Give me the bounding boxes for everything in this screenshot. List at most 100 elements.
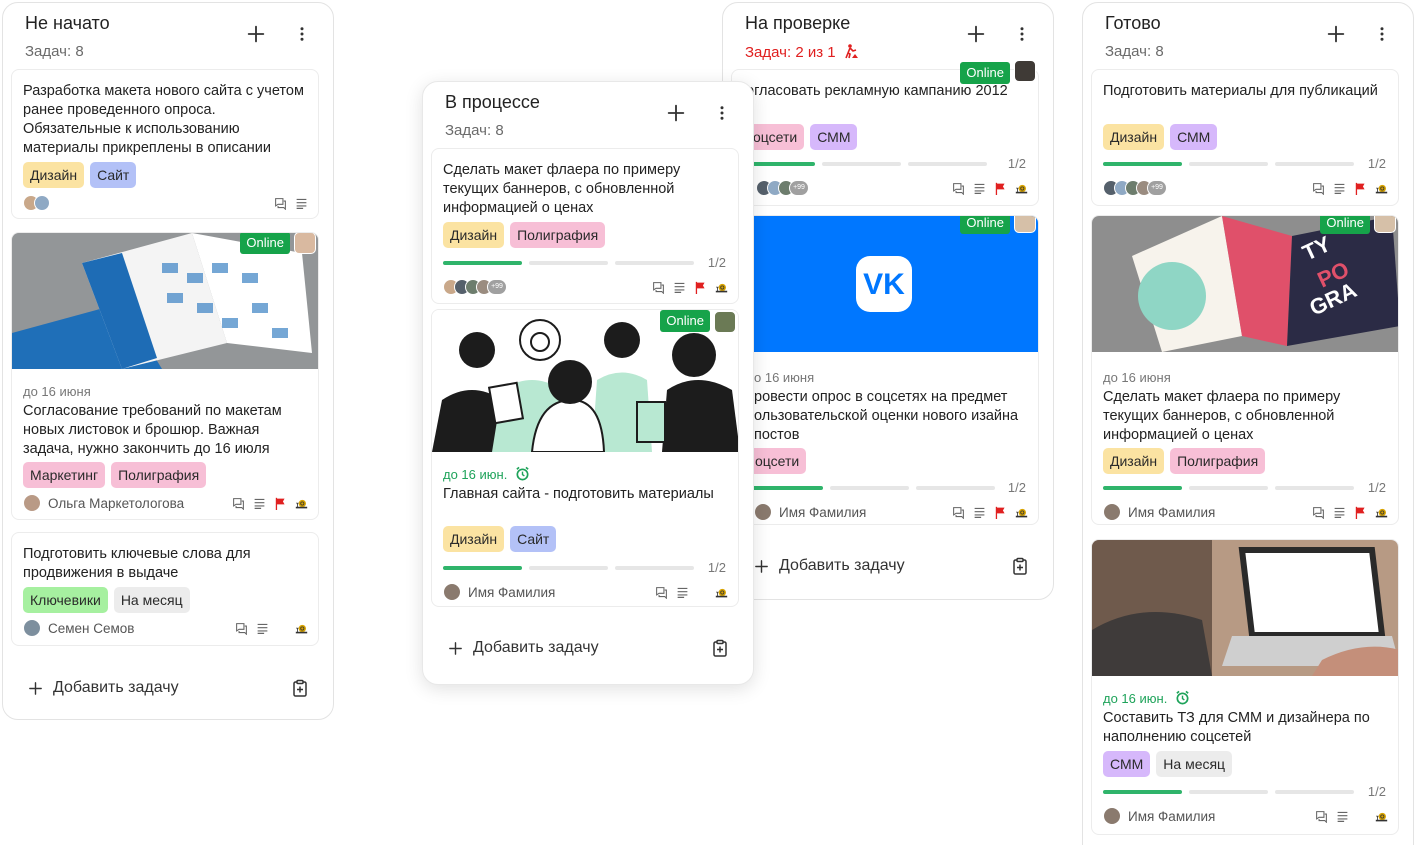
column-in-review: На проверке Задач: 2 из 1 огласовать рек…	[722, 2, 1054, 600]
alarm-icon	[1175, 690, 1190, 705]
online-badge: Online	[1320, 216, 1370, 234]
plus-icon[interactable]	[665, 102, 687, 124]
plus-icon[interactable]	[245, 23, 267, 45]
description-icon	[973, 506, 986, 519]
snail-icon	[1375, 810, 1388, 823]
avatar	[1014, 60, 1036, 82]
column-header: На проверке Задач: 2 из 1	[723, 3, 1053, 67]
hazard-icon	[844, 43, 860, 59]
more-vertical-icon[interactable]	[293, 25, 311, 43]
tag: Дизайн	[443, 526, 505, 552]
flag-icon	[994, 182, 1007, 195]
due-date: до 16 июн.	[443, 466, 530, 482]
plus-icon[interactable]	[1325, 23, 1347, 45]
column-in-progress[interactable]: В процессе Задач: 8 Сделать макет флаера…	[422, 81, 754, 685]
column-task-count: Задач: 8	[25, 43, 84, 60]
avatar	[23, 494, 41, 512]
avatar	[754, 503, 772, 521]
comment-icon	[652, 281, 665, 294]
add-task-label: Добавить задачу	[53, 679, 179, 696]
assignee-avatars: +99	[1103, 180, 1167, 196]
column-done: Готово Задач: 8 Подготовить материалы дл…	[1082, 2, 1414, 845]
flag-icon	[994, 506, 1007, 519]
avatar	[1374, 216, 1396, 233]
task-title: Сделать макет флаера по примеру текущих …	[1103, 389, 1341, 443]
task-card[interactable]: Сделать макет флаера по примеру текущих …	[431, 148, 739, 304]
plus-icon	[27, 680, 44, 697]
description-icon	[1333, 506, 1346, 519]
task-card[interactable]: TY PO GRA Online до 16 июня Сделать маке…	[1091, 215, 1399, 525]
description-icon	[1336, 810, 1349, 823]
progress-bar	[1103, 486, 1354, 490]
assignee: Имя Фамилия	[754, 503, 866, 521]
task-card[interactable]: огласовать рекламную кампанию 2012 оцсет…	[731, 60, 1039, 206]
more-vertical-icon[interactable]	[1373, 25, 1391, 43]
tag: СММ	[1170, 124, 1218, 150]
task-card[interactable]: VK Online о 16 июня ровести опрос в соцс…	[731, 215, 1039, 525]
snail-icon	[715, 281, 728, 294]
progress-label: 1/2	[1367, 480, 1386, 495]
avatar	[1014, 216, 1036, 233]
add-task-button[interactable]: Добавить задачу	[447, 636, 729, 660]
tag: оцсети	[746, 124, 805, 150]
comment-icon	[952, 506, 965, 519]
cover-image-vk: VK	[732, 216, 1038, 352]
task-title: ровести опрос в соцсетях на предмет ольз…	[754, 389, 1019, 443]
clipboard-icon[interactable]	[1011, 557, 1029, 575]
comment-icon	[1312, 506, 1325, 519]
tag: СММ	[810, 124, 858, 150]
add-task-label: Добавить задачу	[473, 639, 599, 656]
progress-label: 1/2	[707, 560, 726, 575]
task-card[interactable]: Подготовить ключевые слова для продвижен…	[11, 532, 319, 646]
plus-icon[interactable]	[965, 23, 987, 45]
snail-icon	[1375, 506, 1388, 519]
avatar	[23, 619, 41, 637]
progress-label: 1/2	[1367, 156, 1386, 171]
tag: Полиграфия	[111, 462, 207, 488]
assignee: Имя Фамилия	[1103, 503, 1215, 521]
assignee: Семен Семов	[23, 619, 134, 637]
comment-icon	[232, 497, 245, 510]
description-icon	[253, 497, 266, 510]
comment-icon	[1312, 182, 1325, 195]
clipboard-icon[interactable]	[291, 679, 309, 697]
assignee: Ольга Маркетологова	[23, 494, 184, 512]
alarm-icon	[515, 466, 530, 481]
progress-label: 1/2	[1007, 156, 1026, 171]
avatar	[294, 233, 316, 254]
progress-bar	[744, 486, 995, 490]
snail-icon	[295, 622, 308, 635]
task-card[interactable]: Online до 16 июн. Главная сайта - подгот…	[431, 309, 739, 607]
column-title: Готово	[1105, 13, 1161, 33]
add-task-button[interactable]: Добавить задачу	[27, 676, 309, 700]
tag: На месяц	[1156, 751, 1233, 777]
task-title: Сделать макет флаера по примеру текущих …	[443, 162, 681, 216]
task-card[interactable]: до 16 июн. Составить ТЗ для СММ и дизайн…	[1091, 539, 1399, 835]
flag-icon	[694, 281, 707, 294]
progress-label: 1/2	[1367, 784, 1386, 799]
comment-icon	[235, 622, 248, 635]
assignee-name: Имя Фамилия	[1128, 808, 1216, 824]
tag: Сайт	[510, 526, 557, 552]
more-vertical-icon[interactable]	[713, 104, 731, 122]
clipboard-icon[interactable]	[711, 639, 729, 657]
assignee-name: Имя Фамилия	[779, 504, 867, 520]
flag-icon	[1354, 506, 1367, 519]
online-badge: Online	[660, 310, 710, 332]
assignee-avatars: +99	[443, 279, 507, 295]
task-card[interactable]: Разработка макета нового сайта с учетом …	[11, 69, 319, 219]
column-task-count: Задач: 8	[1105, 43, 1164, 60]
tag: Сайт	[90, 162, 137, 188]
assignee-avatars	[23, 195, 50, 211]
task-card[interactable]: Online до 16 июня Согласование требовани…	[11, 232, 319, 520]
more-vertical-icon[interactable]	[1013, 25, 1031, 43]
description-icon	[973, 182, 986, 195]
cover-image-laptop	[1092, 540, 1398, 676]
tag: Полиграфия	[510, 222, 606, 248]
assignee-avatars: +99	[756, 180, 809, 196]
task-card[interactable]: Подготовить материалы для публикаций Диз…	[1091, 69, 1399, 206]
count-text: Задач: 2 из 1	[745, 44, 836, 61]
column-header: Готово Задач: 8	[1083, 3, 1413, 67]
add-task-button[interactable]: Добавить задачу	[753, 554, 1029, 578]
online-badge: Online	[960, 62, 1010, 84]
